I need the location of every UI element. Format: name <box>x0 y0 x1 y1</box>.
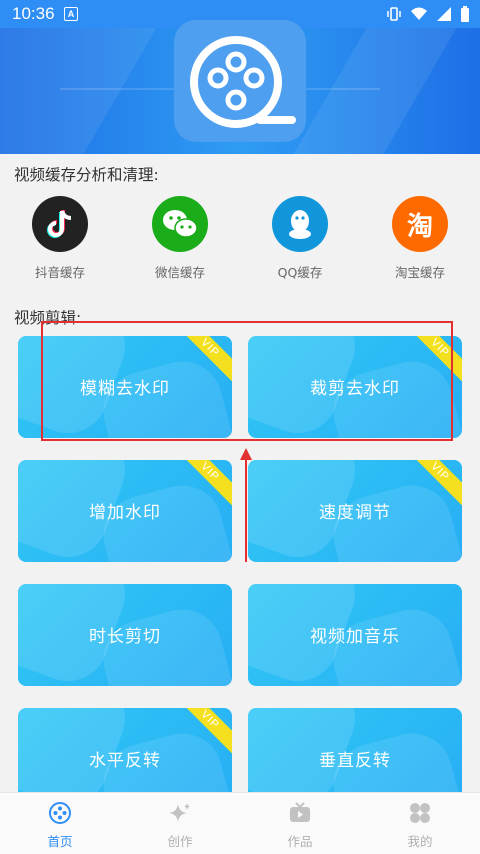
tab-works[interactable]: 作品 <box>260 801 340 850</box>
film-reel-logo-icon <box>190 36 296 128</box>
film-reel-icon <box>49 802 71 824</box>
annotation-highlight-box <box>41 321 453 441</box>
cache-row: 抖音缓存 微信缓存 QQ缓存 淘 淘宝缓存 <box>0 196 480 281</box>
taobao-glyph: 淘 <box>406 211 433 242</box>
cache-item-label: 淘宝缓存 <box>394 265 445 280</box>
banner-stripe <box>293 28 457 154</box>
edit-card-duration-cut[interactable]: 时长剪切 <box>18 584 232 686</box>
notification-a-icon: A <box>64 7 78 21</box>
cache-item-taobao[interactable]: 淘 淘宝缓存 <box>370 196 470 281</box>
cache-section-title: 视频缓存分析和清理: <box>14 166 159 184</box>
bottom-tab-bar: 首页 创作 作品 我的 <box>0 792 480 854</box>
taobao-icon: 淘 <box>392 196 448 252</box>
edit-card-add-music[interactable]: 视频加音乐 <box>248 584 462 686</box>
cache-item-qq[interactable]: QQ缓存 <box>250 196 350 281</box>
tab-label: 作品 <box>287 834 313 849</box>
status-icons <box>386 5 470 23</box>
vibrate-icon <box>387 7 401 21</box>
edit-card-label: 速度调节 <box>319 503 391 523</box>
tiktok-icon <box>32 196 88 252</box>
clover-icon <box>410 803 430 823</box>
annotation-arrow-icon <box>240 448 252 562</box>
cache-item-douyin[interactable]: 抖音缓存 <box>10 196 110 281</box>
edit-card-label: 垂直反转 <box>319 751 391 771</box>
edit-card-label: 增加水印 <box>89 503 161 523</box>
tab-create[interactable]: 创作 <box>140 801 220 850</box>
qq-icon <box>272 196 328 252</box>
tab-label: 创作 <box>167 834 193 849</box>
app-logo <box>174 20 306 142</box>
cache-item-label: 抖音缓存 <box>34 265 85 280</box>
banner-stripe <box>0 28 157 154</box>
status-time: 10:36 <box>12 4 55 23</box>
edit-card-label: 视频加音乐 <box>310 627 400 647</box>
tab-label: 我的 <box>407 834 433 849</box>
tab-label: 首页 <box>47 834 73 849</box>
edit-card-speed[interactable]: VIP 速度调节 <box>248 460 462 562</box>
edit-card-label: 时长剪切 <box>89 627 161 647</box>
cache-item-wechat[interactable]: 微信缓存 <box>130 196 230 281</box>
wechat-icon <box>152 196 208 252</box>
cache-item-label: QQ缓存 <box>277 265 323 280</box>
signal-icon <box>437 7 451 21</box>
wifi-icon <box>411 7 427 20</box>
cache-item-label: 微信缓存 <box>154 265 205 280</box>
edit-card-label: 水平反转 <box>89 751 161 771</box>
battery-icon <box>461 6 469 22</box>
tab-mine[interactable]: 我的 <box>380 801 460 850</box>
tab-home[interactable]: 首页 <box>20 801 100 850</box>
edit-card-add-watermark[interactable]: VIP 增加水印 <box>18 460 232 562</box>
tv-icon <box>290 802 310 822</box>
sparkle-icon <box>169 803 190 822</box>
